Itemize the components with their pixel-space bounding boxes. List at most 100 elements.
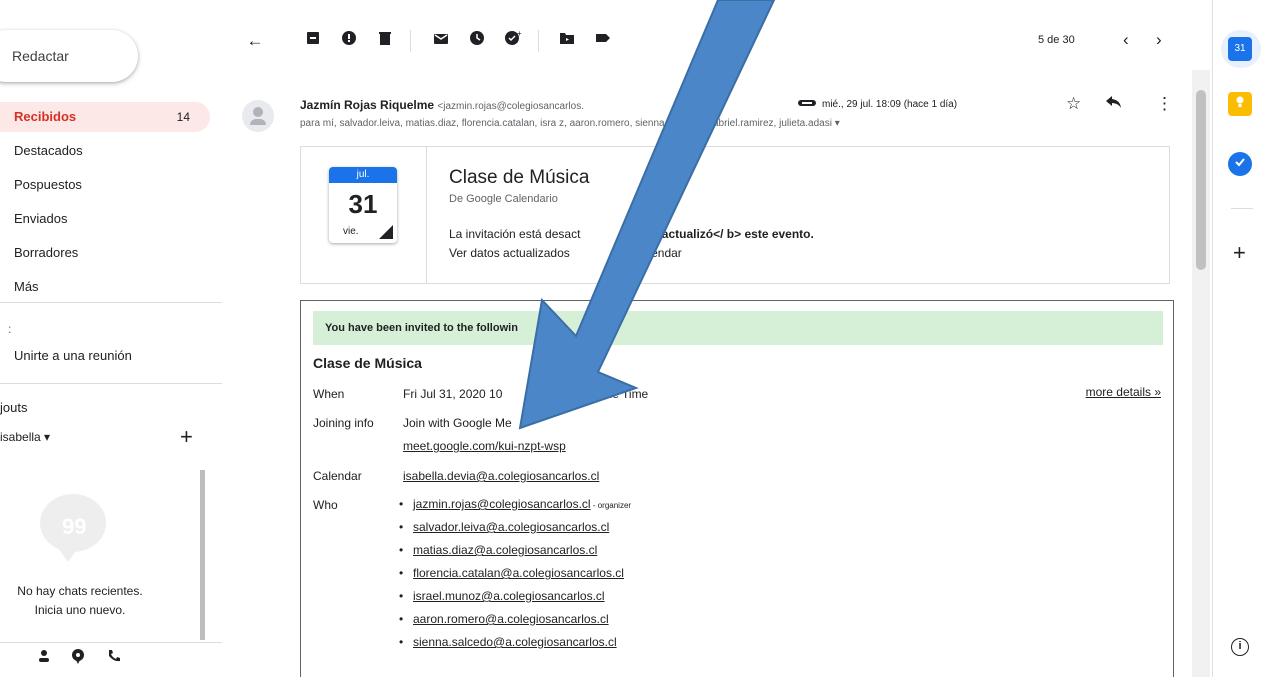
nav-item-label: Borradores [14, 245, 79, 260]
chat-bubble-icon: 99 [40, 494, 106, 562]
sender-line: Jazmín Rojas Riquelme <jazmin.rojas@cole… [300, 98, 584, 112]
sender-name[interactable]: Jazmín Rojas Riquelme [300, 98, 434, 112]
calendar-event-card: jul. 31 vie. Clase de Música De Google C… [300, 146, 1170, 284]
label-icon[interactable] [592, 30, 614, 52]
guest-item: salvador.leiva@a.colegiosancarlos.cl [399, 520, 631, 543]
meet-link[interactable]: meet.google.com/kui-nzpt-wsp [403, 439, 566, 453]
nav-item-starred[interactable]: Destacados [0, 136, 210, 170]
chat-icon[interactable] [70, 648, 86, 669]
calendar-label: Calendar [313, 469, 362, 483]
page-fold-icon [379, 225, 393, 239]
joining-info-value: Join with Google Me [403, 416, 512, 430]
nav-item-sent[interactable]: Enviados [0, 204, 210, 238]
view-updated-link[interactable]: gle Calendar [614, 246, 682, 260]
archive-icon[interactable] [302, 30, 324, 52]
add-addon-icon[interactable]: + [1233, 240, 1246, 266]
nav-item-label: Destacados [14, 143, 83, 158]
older-chevron-icon[interactable]: › [1156, 30, 1162, 50]
person-icon[interactable] [36, 648, 52, 669]
nav-item-more[interactable]: Más [0, 272, 210, 306]
guest-item: florencia.catalan@a.colegiosancarlos.cl [399, 566, 631, 589]
more-options-icon[interactable]: ⋮ [1156, 94, 1173, 114]
svg-text:+: + [517, 30, 522, 38]
guest-email-link[interactable]: florencia.catalan@a.colegiosancarlos.cl [413, 566, 624, 580]
pagination-text: 5 de 30 [1038, 34, 1075, 46]
hangouts-header: jouts [0, 400, 28, 415]
nav-item-label: Pospuestos [14, 177, 82, 192]
guest-item: matias.diaz@a.colegiosancarlos.cl [399, 543, 631, 566]
calendar-app-icon[interactable]: 31 [1228, 37, 1252, 61]
sender-email: <jazmin.rojas@colegiosancarlos. [437, 101, 584, 112]
guest-email-link[interactable]: salvador.leiva@a.colegiosancarlos.cl [413, 520, 609, 534]
calendar-date-column: jul. 31 vie. [301, 147, 427, 283]
guest-email-link[interactable]: sienna.salcedo@a.colegiosancarlos.cl [413, 635, 617, 649]
divider [0, 302, 222, 303]
sender-avatar [242, 100, 274, 132]
update-text: La invitación está desact [449, 227, 581, 241]
nav-item-snoozed[interactable]: Pospuestos [0, 170, 210, 204]
guest-email-link[interactable]: matias.diaz@a.colegiosancarlos.cl [413, 543, 597, 557]
snooze-icon[interactable] [466, 30, 488, 52]
scrollbar-thumb[interactable] [1196, 90, 1206, 270]
calendar-day: 31 [348, 189, 378, 219]
left-navigation: Redactar Recibidos 14 Destacados Pospues… [0, 0, 225, 677]
divider [0, 642, 222, 643]
calendar-email-link[interactable]: isabella.devia@a.colegiosancarlos.cl [403, 469, 599, 483]
joining-info-label: Joining info [313, 416, 374, 430]
chat-panel: 99 No hay chats recientes. Inicia uno nu… [0, 470, 205, 640]
meet-section-header: : [8, 322, 12, 336]
no-chats-text: No hay chats recientes. [17, 584, 143, 598]
event-title: Clase de Música [449, 167, 590, 188]
calendar-month: jul. [329, 167, 397, 183]
new-chat-button[interactable]: + [180, 424, 193, 450]
message-scrollbar[interactable] [1192, 70, 1210, 677]
phone-icon[interactable] [106, 648, 122, 669]
guest-email-link[interactable]: aaron.romero@a.colegiosancarlos.cl [413, 612, 609, 626]
more-details-link[interactable]: more details » [1086, 385, 1161, 399]
delete-icon[interactable] [374, 30, 396, 52]
reply-icon[interactable] [1106, 94, 1122, 114]
report-spam-icon[interactable] [338, 30, 360, 52]
guest-email-link[interactable]: jazmin.rojas@colegiosancarlos.cl [413, 497, 591, 511]
tasks-app-icon[interactable] [1228, 152, 1252, 176]
rail-divider [1231, 208, 1253, 209]
event-update-message: La invitación está desact a. Se actualizó… [449, 225, 814, 263]
star-icon[interactable]: ☆ [1066, 94, 1081, 114]
when-text: Fri Jul 31, 2020 10 [403, 387, 503, 401]
nav-item-drafts[interactable]: Borradores [0, 238, 210, 272]
toolbar-separator [410, 30, 411, 52]
no-chats-message: No hay chats recientes. Inicia uno nuevo… [0, 582, 170, 620]
banner-text: . [577, 322, 581, 334]
nav-item-label: Recibidos [14, 109, 77, 124]
add-to-tasks-icon[interactable]: + [502, 29, 524, 52]
attachment-icon [798, 97, 816, 111]
guest-item: israel.munoz@a.colegiosancarlos.cl [399, 589, 631, 612]
nav-item-label: Más [14, 279, 39, 294]
back-arrow-icon[interactable]: ← [244, 30, 266, 52]
hangouts-user-menu[interactable]: isabella ▾ [0, 430, 50, 444]
start-new-link[interactable]: Inicia uno nuevo. [0, 601, 170, 620]
move-to-icon[interactable] [556, 30, 578, 52]
info-icon[interactable]: i [1231, 638, 1249, 656]
calendar-weekday: vie. [343, 226, 359, 237]
guest-list: jazmin.rojas@colegiosancarlos.cl - organ… [399, 497, 631, 658]
message-toolbar: ← + 5 de 30 ‹ › [230, 22, 1200, 62]
keep-app-icon[interactable] [1228, 92, 1252, 116]
calendar-date-icon: jul. 31 vie. [329, 167, 397, 243]
invitation-title: Clase de Música [313, 355, 422, 371]
recipients-line[interactable]: para mí, salvador.leiva, matias.diaz, fl… [300, 118, 1090, 129]
guest-item: jazmin.rojas@colegiosancarlos.cl - organ… [399, 497, 631, 520]
compose-button[interactable]: Redactar [0, 30, 138, 82]
newer-chevron-icon[interactable]: ‹ [1123, 30, 1129, 50]
organizer-tag: - organizer [590, 501, 632, 510]
toolbar-separator [538, 30, 539, 52]
who-label: Who [313, 498, 338, 512]
side-panel-rail: 31 + i [1212, 0, 1275, 677]
view-updated-link[interactable]: Ver datos actualizados [449, 246, 570, 260]
mark-unread-icon[interactable] [430, 30, 452, 52]
guest-email-link[interactable]: israel.munoz@a.colegiosancarlos.cl [413, 589, 605, 603]
join-meeting-link[interactable]: Unirte a una reunión [14, 348, 132, 363]
nav-item-inbox[interactable]: Recibidos 14 [0, 102, 210, 132]
when-label: When [313, 387, 345, 401]
guest-item: aaron.romero@a.colegiosancarlos.cl [399, 612, 631, 635]
